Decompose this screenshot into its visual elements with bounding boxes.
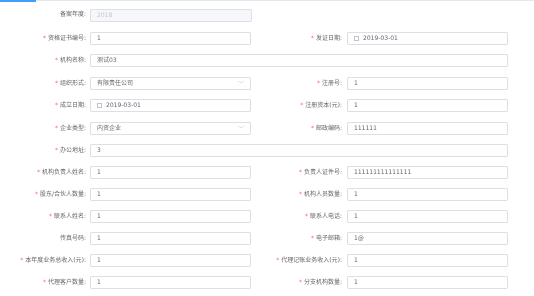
contact-phone-field[interactable]: 1 [347, 210, 508, 223]
calendar-icon [354, 36, 359, 41]
client-count-field[interactable]: 1 [90, 276, 251, 289]
label-org-form: * 组织形式: [54, 80, 86, 87]
label-contact-phone: * 联系人电话: [304, 213, 342, 220]
label-leader-name: * 机构负责人姓名: [36, 169, 86, 176]
top-divider [0, 0, 534, 1]
org-form-value: 有限责任公司 [97, 80, 134, 87]
email-field[interactable]: 1@ [347, 232, 508, 245]
label-leader-id: * 负责人证件号: [298, 169, 342, 176]
label-fax: 传真号码: [59, 235, 86, 242]
label-found-date: * 成立日期: [54, 102, 86, 109]
label-income: * 本年度业务总收入(元): [20, 257, 86, 264]
label-year: 备案年度: [59, 11, 86, 18]
label-issue-date: * 发证日期: [310, 35, 342, 42]
issue-date-value: 2019-03-01 [363, 35, 398, 42]
label-ent-type: * 企业类型: [54, 125, 86, 132]
year-field[interactable]: 2018 [90, 9, 252, 22]
org-name-field[interactable]: 测试03 [90, 54, 508, 67]
label-staff-count: * 机构人员数量: [298, 191, 342, 198]
cert-no-field[interactable]: 1 [90, 32, 251, 45]
found-date-value: 2019-03-01 [106, 102, 141, 109]
income-field[interactable]: 1 [90, 254, 251, 267]
label-cert-no: * 资格证书编号: [42, 35, 86, 42]
label-address: * 办公地址: [54, 147, 86, 154]
contact-name-field[interactable]: 1 [90, 210, 251, 223]
leader-id-field[interactable]: 111111111111111 [347, 166, 508, 179]
reg-no-field[interactable]: 1 [347, 77, 508, 90]
staff-count-field[interactable]: 1 [347, 188, 508, 201]
issue-date-picker[interactable]: 2019-03-01 [347, 32, 508, 45]
fax-field[interactable]: 1 [90, 232, 251, 245]
label-reg-capital: * 注册资本(元): [300, 102, 342, 109]
label-contact-name: * 联系人姓名: [48, 213, 86, 220]
calendar-icon [97, 103, 102, 108]
branch-count-field[interactable]: 1 [347, 276, 508, 289]
leader-name-field[interactable]: 1 [90, 166, 251, 179]
label-postcode: * 邮政编码: [310, 125, 342, 132]
label-branch-count: * 分支机构数量: [298, 279, 342, 286]
chevron-down-icon: ﹀ [237, 126, 244, 133]
org-form-select[interactable]: 有限责任公司 ﹀ [90, 77, 251, 90]
partner-count-field[interactable]: 1 [90, 188, 251, 201]
reg-capital-field[interactable]: 1 [347, 99, 508, 112]
ent-type-select[interactable]: 内资企业 ﹀ [90, 122, 251, 135]
chevron-down-icon: ﹀ [237, 81, 244, 88]
ent-type-value: 内资企业 [97, 125, 122, 132]
label-org-name: * 机构名称: [54, 57, 86, 64]
label-reg-no: * 注册号: [316, 80, 342, 87]
active-tab-indicator [0, 0, 36, 2]
found-date-picker[interactable]: 2019-03-01 [90, 99, 251, 112]
address-field[interactable]: 3 [90, 144, 508, 157]
label-email: * 电子邮箱: [310, 235, 342, 242]
label-agency-income: * 代理记账业务收入(元): [276, 257, 342, 264]
label-partner-count: * 股东/合伙人数量: [34, 191, 86, 198]
label-client-count: * 代理客户数量: [42, 279, 86, 286]
postcode-field[interactable]: 111111 [347, 122, 508, 135]
agency-income-field[interactable]: 1 [347, 254, 508, 267]
